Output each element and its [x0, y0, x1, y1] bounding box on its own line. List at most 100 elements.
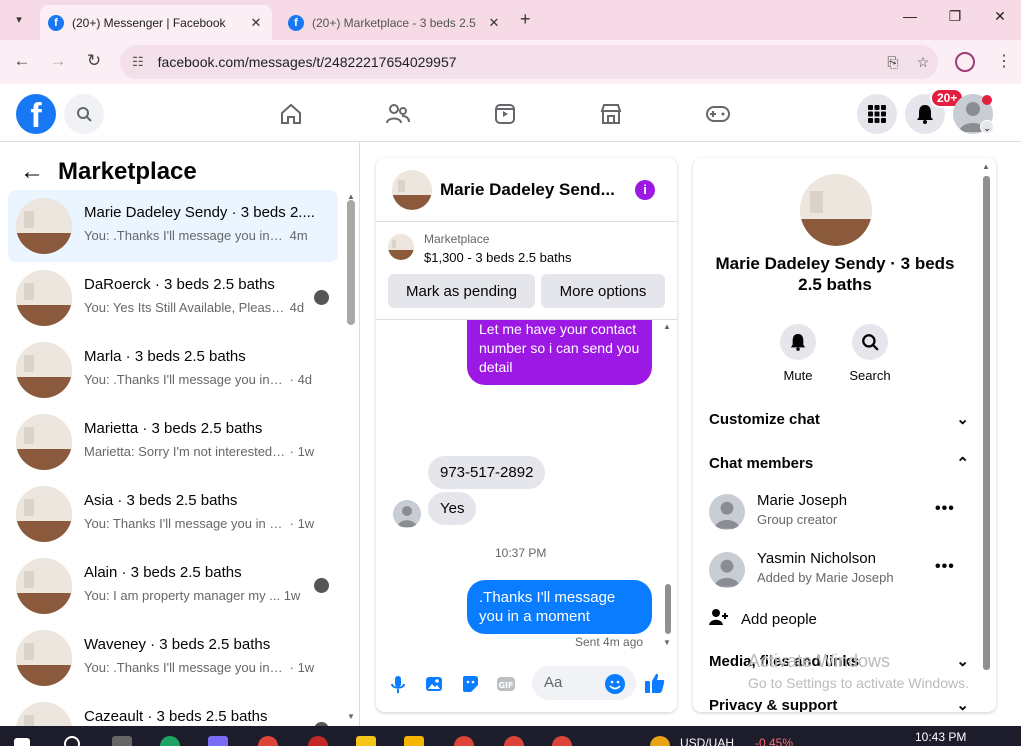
- conversation-item[interactable]: Marla · 3 beds 2.5 baths You: .Thanks I'l…: [8, 334, 338, 406]
- photo-icon[interactable]: [424, 674, 444, 694]
- facebook-logo-icon[interactable]: f: [16, 94, 56, 134]
- emoji-icon[interactable]: [605, 674, 625, 694]
- new-tab-icon[interactable]: +: [520, 9, 531, 30]
- account-chevron-icon[interactable]: ⌄: [980, 120, 994, 134]
- message-bubble-incoming[interactable]: Yes: [428, 492, 477, 525]
- message-bubble-outgoing[interactable]: Let me have your contact number so i can…: [467, 320, 652, 385]
- chat-members-row[interactable]: Chat members ⌃: [709, 454, 969, 473]
- listing-thumbnail: [16, 414, 72, 470]
- url-text: facebook.com/messages/t/2482221765402995…: [157, 54, 457, 70]
- message-bubble-incoming[interactable]: 973-517-2892: [428, 456, 546, 489]
- file-explorer-icon[interactable]: [404, 736, 424, 746]
- conversation-snippet: You: Thanks I'll message you in a ... · …: [84, 516, 314, 531]
- copilot-icon[interactable]: [208, 736, 228, 746]
- facebook-favicon-icon: f: [48, 14, 64, 31]
- bookmark-star-icon[interactable]: ☆: [908, 54, 938, 71]
- message-bubble-outgoing[interactable]: .Thanks I'll message you in a moment: [467, 580, 652, 634]
- chat-title[interactable]: Marie Dadeley Send...: [440, 180, 615, 200]
- reload-icon[interactable]: ↻: [82, 51, 106, 71]
- chrome-icon[interactable]: [552, 736, 572, 746]
- marketplace-icon[interactable]: [591, 98, 631, 130]
- sidebar-header: ← Marketplace: [20, 152, 197, 192]
- browser-menu-icon[interactable]: ⋮: [996, 51, 1012, 71]
- more-options-button[interactable]: More options: [541, 274, 665, 308]
- member-avatar[interactable]: [709, 552, 745, 588]
- close-tab-icon[interactable]: ✕: [486, 15, 502, 31]
- minimize-icon[interactable]: —: [895, 8, 925, 24]
- scroll-down-arrow-icon[interactable]: ▼: [663, 638, 671, 647]
- task-view-icon[interactable]: [112, 736, 132, 746]
- sidebar-scrollbar[interactable]: [347, 200, 355, 325]
- close-tab-icon[interactable]: ✕: [248, 15, 264, 31]
- chat-avatar[interactable]: [392, 170, 432, 210]
- info-icon[interactable]: i: [635, 180, 655, 200]
- conversation-item[interactable]: Marie Dadeley Sendy · 3 beds 2.... You: .…: [8, 190, 338, 262]
- tab-title: (20+) Messenger | Facebook: [72, 15, 226, 30]
- search-icon[interactable]: [64, 94, 104, 134]
- search-button[interactable]: Search: [840, 324, 900, 383]
- url-field[interactable]: ☷ facebook.com/messages/t/24822217654029…: [120, 45, 938, 79]
- mute-button[interactable]: Mute: [768, 324, 828, 383]
- details-avatar[interactable]: [800, 174, 872, 246]
- listing-price[interactable]: $1,300 - 3 beds 2.5 baths: [424, 250, 571, 265]
- conversation-snippet: You: Yes Its Still Available, Please ...…: [84, 300, 304, 315]
- chrome-icon[interactable]: [258, 736, 278, 746]
- conversation-item[interactable]: DaRoerck · 3 beds 2.5 baths You: Yes Its …: [8, 262, 338, 334]
- thread-scrollbar[interactable]: [665, 584, 671, 634]
- install-app-icon[interactable]: ⎘: [878, 54, 908, 71]
- more-dots-icon[interactable]: •••: [935, 558, 955, 576]
- scroll-up-arrow-icon[interactable]: ▲: [663, 322, 671, 331]
- back-arrow-icon[interactable]: ←: [10, 51, 34, 71]
- search-icon[interactable]: [64, 736, 80, 746]
- windows-start-icon[interactable]: [14, 738, 30, 746]
- member-item[interactable]: Yasmin Nicholson Added by Marie Joseph •…: [709, 548, 969, 596]
- gaming-icon[interactable]: [698, 98, 738, 130]
- tab-marketplace[interactable]: f (20+) Marketplace - 3 beds 2.5 ✕: [280, 5, 510, 40]
- back-arrow-icon[interactable]: ←: [20, 158, 44, 186]
- privacy-support-row[interactable]: Privacy & support ⌄: [709, 696, 969, 713]
- home-icon[interactable]: [271, 98, 311, 130]
- menu-grid-icon[interactable]: [857, 94, 897, 134]
- conversation-item[interactable]: Marietta · 3 beds 2.5 baths Marietta: Sor…: [8, 406, 338, 478]
- member-avatar[interactable]: [709, 494, 745, 530]
- microphone-icon[interactable]: [388, 674, 408, 694]
- forward-arrow-icon[interactable]: →: [46, 51, 70, 71]
- edge-icon[interactable]: [160, 736, 180, 746]
- mark-as-pending-button[interactable]: Mark as pending: [388, 274, 535, 308]
- clock[interactable]: 10:43 PM: [915, 730, 966, 744]
- chrome-icon[interactable]: [504, 736, 524, 746]
- chevron-down-icon: ⌄: [956, 697, 969, 712]
- scroll-down-arrow-icon[interactable]: ▼: [347, 712, 355, 721]
- opera-icon[interactable]: [308, 736, 328, 746]
- conversation-item[interactable]: Alain · 3 beds 2.5 baths You: I am proper…: [8, 550, 338, 622]
- chrome-icon[interactable]: [454, 736, 474, 746]
- details-scrollbar[interactable]: [983, 176, 990, 670]
- sticker-icon[interactable]: [460, 674, 480, 694]
- watch-icon[interactable]: [485, 98, 525, 130]
- member-item[interactable]: Marie Joseph Group creator •••: [709, 490, 969, 538]
- listing-category: Marketplace: [424, 232, 490, 246]
- conversation-item[interactable]: Waveney · 3 beds 2.5 baths You: .Thanks I…: [8, 622, 338, 694]
- chevron-down-icon: ⌄: [956, 653, 969, 670]
- scroll-up-arrow-icon[interactable]: ▲: [982, 162, 990, 171]
- add-people-button[interactable]: Add people: [709, 608, 969, 630]
- gif-icon[interactable]: GIF: [496, 674, 516, 694]
- listing-thumbnail[interactable]: [388, 234, 414, 260]
- sticky-notes-icon[interactable]: [356, 736, 376, 746]
- close-window-icon[interactable]: ✕: [985, 8, 1015, 25]
- conversation-item[interactable]: Cazeault · 3 beds 2.5 baths: [8, 694, 338, 726]
- customize-chat-row[interactable]: Customize chat ⌄: [709, 410, 969, 429]
- listing-thumbnail: [16, 702, 72, 726]
- profile-icon[interactable]: [955, 52, 975, 72]
- friends-icon[interactable]: [378, 98, 418, 130]
- sender-avatar[interactable]: [393, 500, 421, 528]
- snippet-text: You: .Thanks I'll message you in a ...: [84, 228, 286, 243]
- site-info-icon[interactable]: ☷: [132, 54, 144, 70]
- chevron-down-icon: ⌄: [956, 411, 969, 428]
- more-dots-icon[interactable]: •••: [935, 500, 955, 518]
- tab-messenger[interactable]: f (20+) Messenger | Facebook ✕: [40, 5, 272, 40]
- thumbs-up-icon[interactable]: [644, 672, 666, 694]
- restore-icon[interactable]: ❐: [940, 8, 970, 25]
- tab-list-chevron-icon[interactable]: ▾: [8, 8, 30, 30]
- conversation-item[interactable]: Asia · 3 beds 2.5 baths You: Thanks I'll …: [8, 478, 338, 550]
